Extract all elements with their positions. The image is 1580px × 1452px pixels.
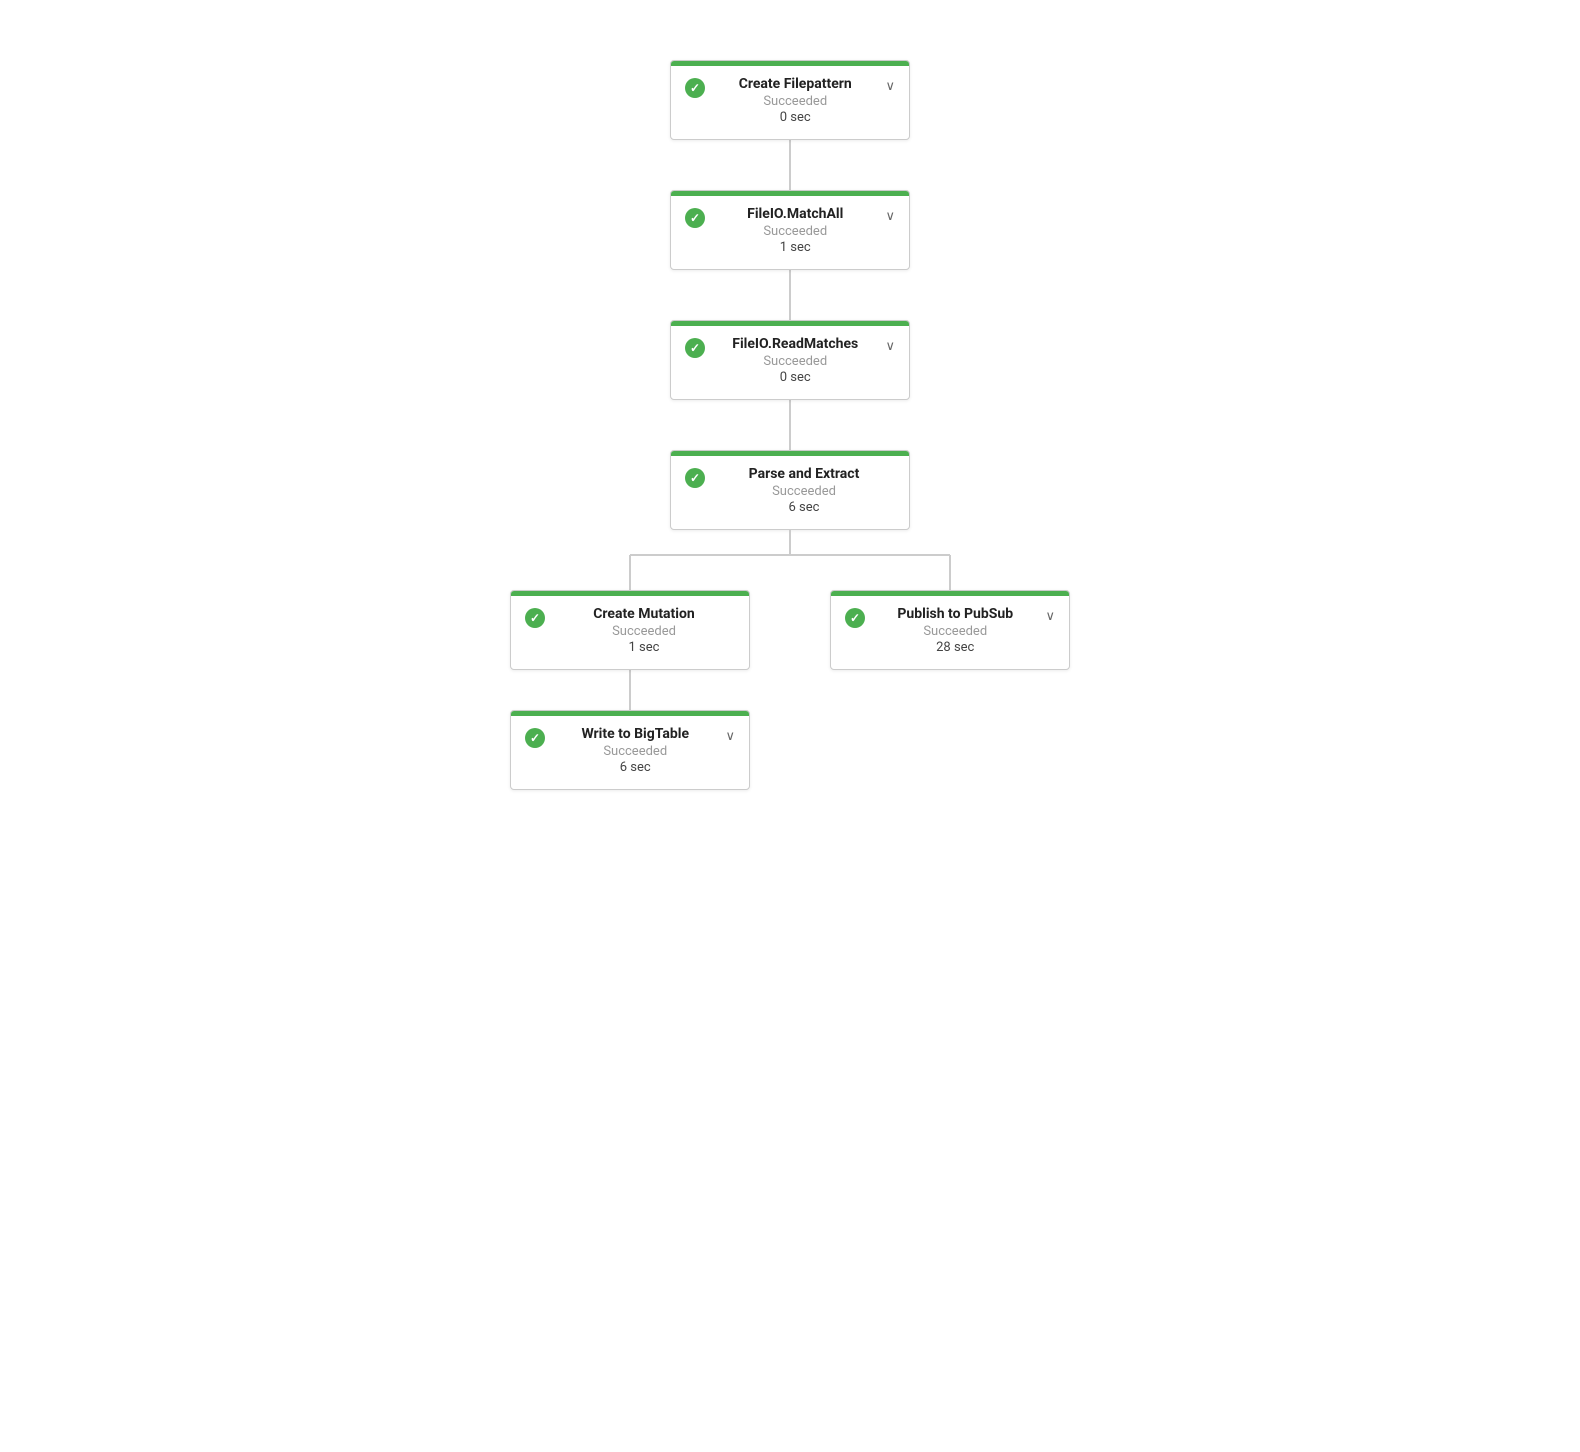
- connector-line: [789, 400, 791, 450]
- node-fileio-readmatches[interactable]: FileIO.ReadMatches Succeeded 0 sec ∨: [670, 320, 910, 400]
- node-content: Parse and Extract Succeeded 6 sec: [713, 466, 895, 515]
- node-time: 28 sec: [873, 640, 1037, 655]
- success-icon: [525, 728, 545, 748]
- branch-section: Create Mutation Succeeded 1 sec Write to…: [510, 530, 1070, 790]
- left-branch: Create Mutation Succeeded 1 sec Write to…: [510, 590, 750, 790]
- node-status: Succeeded: [713, 94, 877, 109]
- chevron-down-icon: ∨: [885, 209, 895, 224]
- chevron-down-icon: ∨: [885, 79, 895, 94]
- node-write-to-bigtable[interactable]: Write to BigTable Succeeded 6 sec ∨: [510, 710, 750, 790]
- chevron-down-icon: ∨: [725, 729, 735, 744]
- node-title: FileIO.MatchAll: [713, 206, 877, 222]
- branch-row: Create Mutation Succeeded 1 sec Write to…: [510, 590, 1070, 790]
- right-branch: Publish to PubSub Succeeded 28 sec ∨: [830, 590, 1070, 670]
- success-icon: [525, 608, 545, 628]
- branch-lines: [510, 530, 1070, 590]
- node-fileio-matchall[interactable]: FileIO.MatchAll Succeeded 1 sec ∨: [670, 190, 910, 270]
- node-time: 1 sec: [553, 640, 735, 655]
- node-parse-and-extract[interactable]: Parse and Extract Succeeded 6 sec: [670, 450, 910, 530]
- node-status: Succeeded: [553, 744, 717, 759]
- connector-line: [789, 270, 791, 320]
- node-title: Create Mutation: [553, 606, 735, 622]
- node-title: Parse and Extract: [713, 466, 895, 482]
- success-icon: [685, 338, 705, 358]
- node-time: 1 sec: [713, 240, 877, 255]
- connector-line: [789, 140, 791, 190]
- node-content: Create Mutation Succeeded 1 sec: [553, 606, 735, 655]
- node-title: Publish to PubSub: [873, 606, 1037, 622]
- success-icon: [685, 78, 705, 98]
- node-time: 6 sec: [713, 500, 895, 515]
- node-create-mutation[interactable]: Create Mutation Succeeded 1 sec: [510, 590, 750, 670]
- node-status: Succeeded: [713, 224, 877, 239]
- node-content: FileIO.ReadMatches Succeeded 0 sec: [713, 336, 877, 385]
- success-icon: [685, 208, 705, 228]
- sub-connector-line: [629, 670, 631, 710]
- node-time: 6 sec: [553, 760, 717, 775]
- node-status: Succeeded: [713, 354, 877, 369]
- node-content: Write to BigTable Succeeded 6 sec: [553, 726, 717, 775]
- node-publish-to-pubsub[interactable]: Publish to PubSub Succeeded 28 sec ∨: [830, 590, 1070, 670]
- node-time: 0 sec: [713, 110, 877, 125]
- chevron-down-icon: ∨: [1045, 609, 1055, 624]
- node-status: Succeeded: [553, 624, 735, 639]
- node-content: Create Filepattern Succeeded 0 sec: [713, 76, 877, 125]
- node-create-filepattern[interactable]: Create Filepattern Succeeded 0 sec ∨: [670, 60, 910, 140]
- node-title: Create Filepattern: [713, 76, 877, 92]
- success-icon: [845, 608, 865, 628]
- node-status: Succeeded: [873, 624, 1037, 639]
- node-title: Write to BigTable: [553, 726, 717, 742]
- node-content: Publish to PubSub Succeeded 28 sec: [873, 606, 1037, 655]
- node-status: Succeeded: [713, 484, 895, 499]
- node-time: 0 sec: [713, 370, 877, 385]
- node-title: FileIO.ReadMatches: [713, 336, 877, 352]
- chevron-down-icon: ∨: [885, 339, 895, 354]
- success-icon: [685, 468, 705, 488]
- node-content: FileIO.MatchAll Succeeded 1 sec: [713, 206, 877, 255]
- flow-diagram: Create Filepattern Succeeded 0 sec ∨ Fil…: [510, 60, 1070, 790]
